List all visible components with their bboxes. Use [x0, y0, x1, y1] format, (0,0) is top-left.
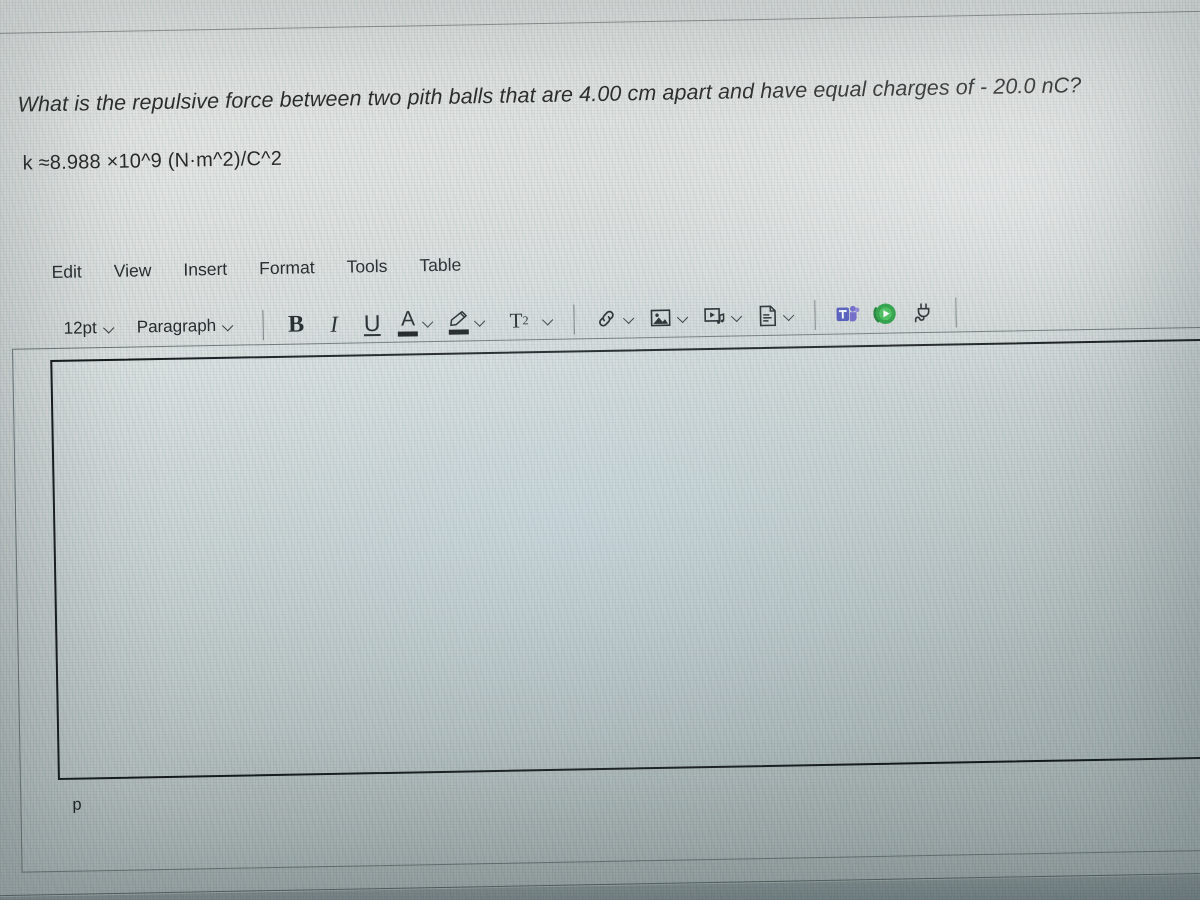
screen-photo: What is the repulsive force between two …	[0, 0, 1200, 900]
media-icon[interactable]	[703, 306, 727, 328]
bold-button[interactable]: B	[283, 308, 310, 340]
document-icon[interactable]	[757, 304, 779, 328]
ms-teams-button[interactable]	[835, 298, 862, 330]
font-size-value: 12pt	[63, 318, 97, 338]
paragraph-style-value: Paragraph	[136, 316, 217, 337]
link-icon[interactable]	[595, 307, 619, 331]
chevron-down-icon[interactable]	[678, 312, 689, 323]
tilted-screen-content: What is the repulsive force between two …	[0, 0, 1200, 900]
highlight-color-icon[interactable]	[448, 309, 470, 335]
chevron-down-icon[interactable]	[543, 314, 554, 325]
italic-button[interactable]: I	[321, 308, 348, 340]
text-color-icon[interactable]: A	[398, 307, 419, 337]
chevron-down-icon[interactable]	[732, 311, 743, 322]
coulomb-constant-text: k ≈8.988 ×10^9 (N·m^2)/C^2	[22, 147, 283, 175]
toolbar-divider	[262, 310, 265, 341]
text-color-swatch	[398, 331, 419, 337]
menu-item-tools[interactable]: Tools	[343, 254, 390, 280]
paragraph-style-dropdown[interactable]: Paragraph	[131, 314, 241, 340]
media-control[interactable]	[703, 305, 743, 328]
toolbar-divider	[573, 304, 576, 335]
underline-button[interactable]: U	[359, 307, 386, 339]
kaltura-media-icon[interactable]	[873, 302, 898, 326]
chevron-down-icon	[104, 322, 115, 333]
chevron-down-icon[interactable]	[475, 316, 486, 327]
chevron-down-icon[interactable]	[784, 310, 795, 321]
toolbar-divider	[814, 300, 817, 331]
kaltura-media-button[interactable]	[873, 298, 900, 330]
ms-teams-icon[interactable]	[835, 303, 861, 325]
marker-pen-glyph	[450, 310, 468, 326]
chevron-down-icon[interactable]	[423, 317, 434, 328]
toolbar-divider	[955, 297, 958, 328]
top-divider-line	[0, 10, 1200, 35]
menu-item-table[interactable]: Table	[416, 252, 464, 278]
chevron-down-icon	[223, 320, 234, 331]
superscript-exponent: 2	[522, 313, 529, 328]
font-size-dropdown[interactable]: 12pt	[57, 316, 121, 341]
apps-plugin-icon[interactable]	[912, 301, 936, 325]
image-control[interactable]	[649, 306, 689, 329]
superscript-icon[interactable]: T2	[506, 304, 533, 336]
editor-body-text[interactable]	[68, 351, 1200, 770]
editor-status-path[interactable]: p	[72, 796, 82, 815]
question-prompt-text: What is the repulsive force between two …	[17, 73, 1082, 117]
menu-item-insert[interactable]: Insert	[180, 257, 230, 283]
rich-text-editor-area[interactable]	[50, 338, 1200, 780]
text-color-control[interactable]: A	[398, 307, 435, 337]
highlight-color-swatch	[449, 328, 470, 335]
highlight-color-control[interactable]	[448, 309, 486, 335]
link-control[interactable]	[595, 306, 635, 331]
superscript-control[interactable]: T2	[500, 304, 555, 337]
bottom-shadow-band	[0, 873, 1200, 900]
menu-item-edit[interactable]: Edit	[48, 259, 85, 285]
document-control[interactable]	[757, 303, 795, 328]
menu-item-view[interactable]: View	[111, 258, 155, 284]
superscript-base: T	[509, 307, 523, 333]
menu-item-format[interactable]: Format	[256, 255, 318, 281]
apps-plugin-button[interactable]	[911, 297, 938, 329]
chevron-down-icon[interactable]	[624, 313, 635, 324]
text-color-letter: A	[400, 307, 416, 331]
image-icon[interactable]	[649, 307, 673, 329]
editor-menubar: Edit View Insert Format Tools Table	[48, 252, 464, 285]
